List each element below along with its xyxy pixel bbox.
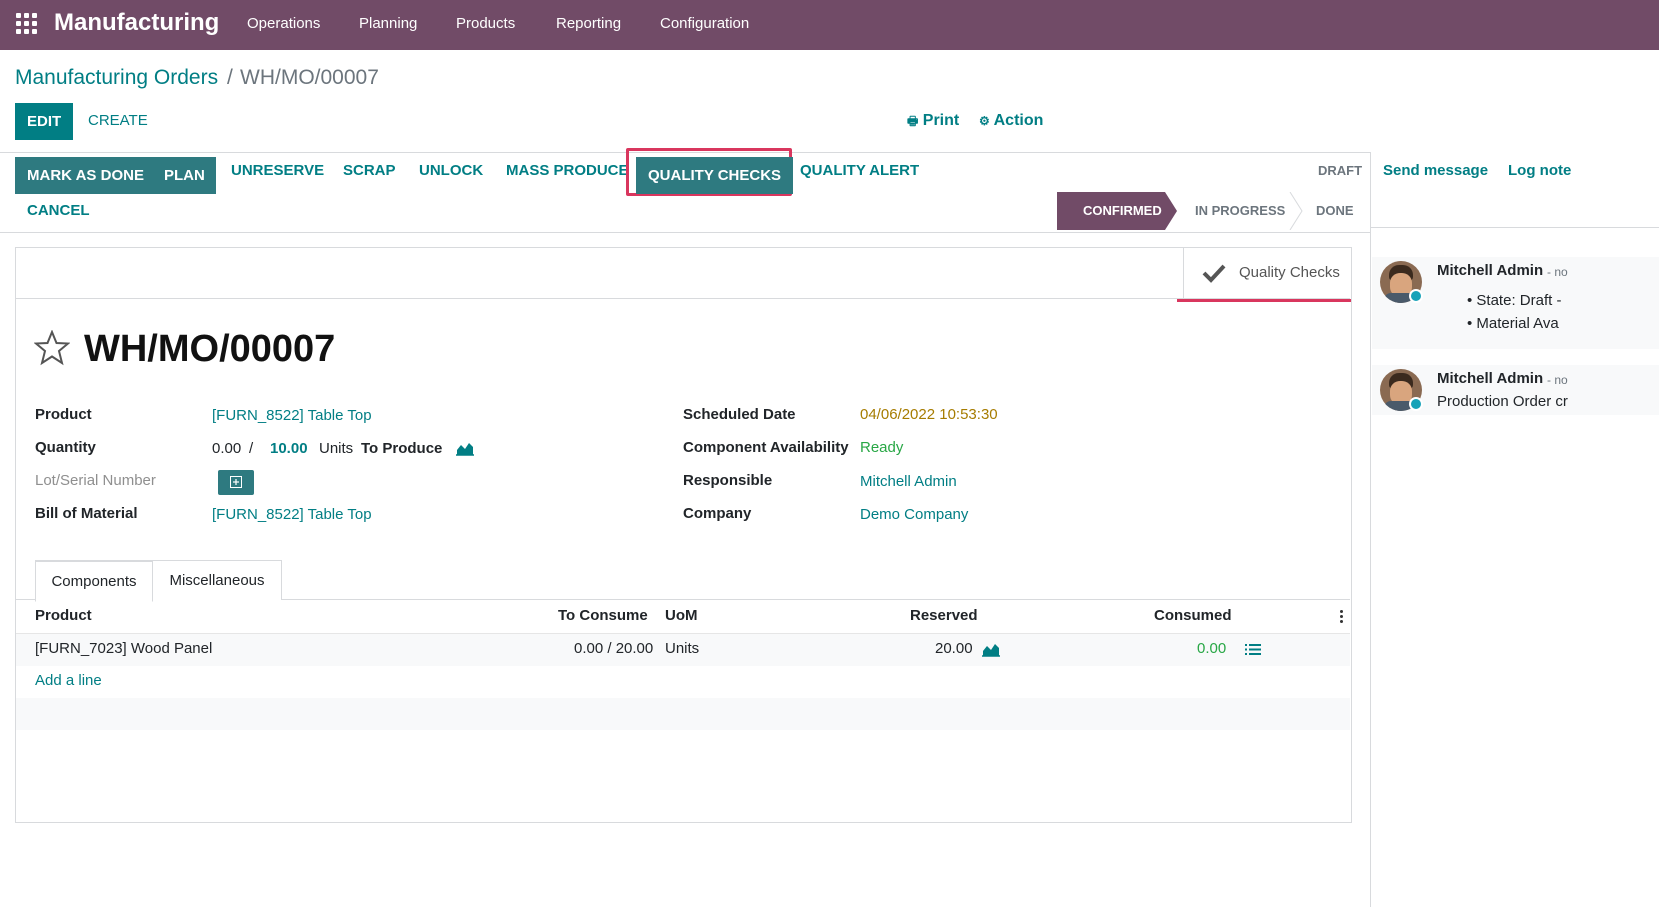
menu-reporting[interactable]: Reporting	[556, 14, 621, 34]
status-in-progress[interactable]: IN PROGRESS	[1195, 192, 1285, 230]
tab-components[interactable]: Components	[35, 560, 153, 602]
action-label: Action	[993, 112, 1044, 129]
gear-icon: ⚙	[979, 114, 990, 128]
th-product[interactable]: Product	[35, 606, 92, 626]
optional-columns-icon[interactable]	[1340, 609, 1344, 625]
scheduled-date-label: Scheduled Date	[683, 406, 796, 423]
button-box-border	[16, 298, 1350, 299]
tracking-value-2: Material Ava	[1476, 315, 1559, 332]
row-product[interactable]: [FURN_7023] Wood Panel	[35, 639, 212, 659]
send-message-button[interactable]: Send message	[1383, 161, 1488, 181]
mark-as-done-button[interactable]: MARK AS DONE	[15, 157, 156, 194]
tracking-bullet-2: • Material Ava	[1467, 315, 1559, 332]
create-button[interactable]: CREATE	[88, 111, 148, 131]
star-icon[interactable]	[34, 330, 70, 366]
plus-square-icon	[230, 476, 242, 488]
responsible-label: Responsible	[683, 472, 773, 489]
qty-separator: /	[249, 440, 254, 457]
breadcrumb-current: WH/MO/00007	[240, 66, 379, 89]
breadcrumb-separator: /	[227, 66, 233, 89]
message-date: - no	[1547, 373, 1568, 387]
row-to-consume: 0.00 / 20.00	[574, 640, 654, 657]
add-a-line-link[interactable]: Add a line	[35, 671, 102, 691]
qty-suffix: To Produce	[361, 440, 443, 457]
responsible-value[interactable]: Mitchell Admin	[860, 472, 957, 492]
tab-miscellaneous[interactable]: Miscellaneous	[152, 560, 282, 600]
company-value[interactable]: Demo Company	[860, 505, 968, 525]
th-consumed[interactable]: Consumed	[1154, 606, 1232, 626]
edit-button[interactable]: EDIT	[15, 103, 74, 140]
message-date: - no	[1547, 265, 1568, 279]
action-dropdown[interactable]: ⚙ Action	[979, 111, 1043, 131]
status-draft[interactable]: DRAFT	[1318, 152, 1362, 190]
smart-button-highlight	[1177, 299, 1351, 302]
smart-button-label: Quality Checks	[1239, 264, 1340, 281]
plan-button[interactable]: PLAN	[153, 157, 216, 194]
th-reserved[interactable]: Reserved	[910, 606, 978, 626]
print-dropdown[interactable]: 🖶 Print	[907, 111, 959, 131]
menu-products[interactable]: Products	[456, 14, 515, 34]
message-body: Production Order cr	[1437, 393, 1568, 410]
menu-planning[interactable]: Planning	[359, 14, 417, 34]
row-reserved: 20.00	[935, 640, 973, 657]
chatter-topbar-border	[1371, 227, 1659, 228]
bom-value[interactable]: [FURN_8522] Table Top	[212, 505, 372, 525]
printer-icon: 🖶	[907, 114, 919, 128]
print-label: Print	[922, 112, 960, 129]
detailed-operations-icon[interactable]	[1245, 643, 1261, 656]
bom-label: Bill of Material	[35, 505, 138, 522]
log-note-button[interactable]: Log note	[1508, 161, 1571, 181]
cancel-button[interactable]: CANCEL	[27, 201, 90, 221]
product-label: Product	[35, 406, 92, 423]
status-confirmed[interactable]: CONFIRMED	[1083, 192, 1162, 230]
header-bottom-border	[0, 232, 1370, 233]
quality-checks-smart-button[interactable]: Quality Checks	[1184, 248, 1350, 298]
unreserve-button[interactable]: UNRESERVE	[231, 161, 324, 181]
message-author[interactable]: Mitchell Admin	[1437, 261, 1543, 281]
apps-menu-icon[interactable]	[16, 13, 38, 35]
quality-alert-button[interactable]: QUALITY ALERT	[800, 161, 919, 181]
breadcrumb-parent[interactable]: Manufacturing Orders	[15, 64, 218, 92]
tracking-bullet-1: • State: Draft -	[1467, 292, 1562, 309]
th-to-consume[interactable]: To Consume	[558, 606, 648, 626]
product-value[interactable]: [FURN_8522] Table Top	[212, 406, 372, 426]
qty-produced: 0.00	[212, 440, 242, 457]
chatter-separator	[1370, 152, 1371, 907]
status-done[interactable]: DONE	[1316, 192, 1354, 230]
unlock-button[interactable]: UNLOCK	[419, 161, 483, 181]
scheduled-date-value[interactable]: 04/06/2022 10:53:30	[860, 405, 998, 425]
check-icon	[1202, 264, 1226, 283]
row-uom: Units	[665, 640, 700, 657]
online-status-icon	[1409, 397, 1423, 411]
app-title[interactable]: Manufacturing	[54, 8, 219, 38]
row-consumed[interactable]: 0.00	[1197, 639, 1226, 659]
qty-total[interactable]: 10.00	[270, 439, 308, 459]
tracking-value-1: State: Draft -	[1476, 292, 1562, 309]
empty-row	[16, 698, 1350, 730]
lot-serial-label: Lot/Serial Number	[35, 472, 156, 489]
availability-label: Component Availability	[683, 439, 849, 456]
th-uom[interactable]: UoM	[665, 606, 698, 626]
scrap-button[interactable]: SCRAP	[343, 161, 396, 181]
message-author[interactable]: Mitchell Admin	[1437, 369, 1543, 389]
row-forecast-icon[interactable]	[982, 642, 1000, 657]
record-title: WH/MO/00007	[84, 328, 336, 370]
add-lot-button[interactable]	[218, 470, 254, 495]
online-status-icon	[1409, 289, 1423, 303]
menu-configuration[interactable]: Configuration	[660, 14, 749, 34]
mass-produce-button[interactable]: MASS PRODUCE	[506, 161, 629, 181]
forecast-chart-icon[interactable]	[456, 441, 474, 456]
quality-checks-button[interactable]: QUALITY CHECKS	[636, 157, 794, 194]
quantity-label: Quantity	[35, 439, 96, 456]
qty-uom: Units	[319, 440, 354, 457]
company-label: Company	[683, 505, 752, 522]
availability-value: Ready	[860, 439, 904, 456]
status-separator	[1289, 192, 1303, 230]
menu-operations[interactable]: Operations	[247, 14, 320, 34]
